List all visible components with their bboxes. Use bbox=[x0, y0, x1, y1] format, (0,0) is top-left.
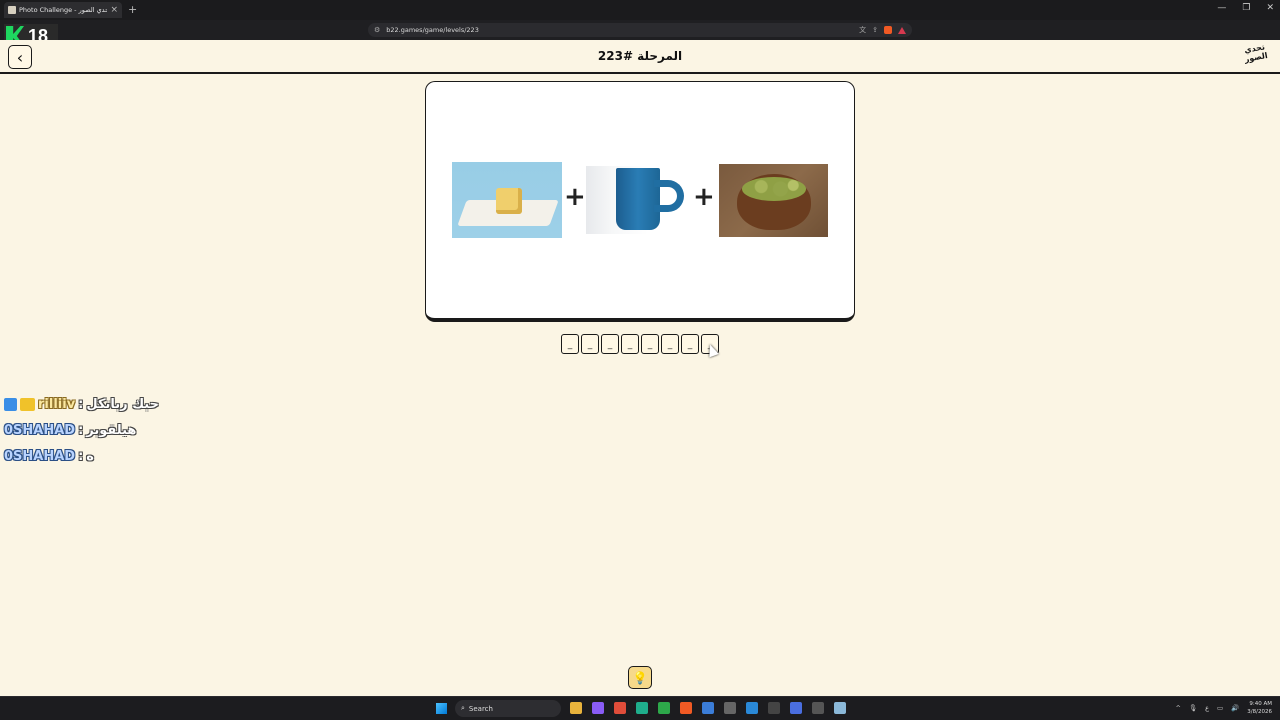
settings-icon[interactable] bbox=[834, 702, 846, 714]
volume-icon[interactable]: 🔊 bbox=[1231, 704, 1239, 712]
level-title: المرحلة #223 bbox=[597, 49, 683, 63]
taskbar-apps bbox=[570, 702, 846, 714]
plus-sign: + bbox=[564, 182, 586, 212]
url-text[interactable]: b22.games/game/levels/223 bbox=[386, 26, 853, 34]
window-controls: — ❐ ✕ bbox=[1217, 3, 1274, 13]
new-tab-icon[interactable]: + bbox=[128, 3, 137, 16]
mic-icon[interactable]: 🎙 bbox=[1189, 704, 1197, 712]
chevron-up-icon[interactable]: ^ bbox=[1175, 704, 1180, 712]
chat-text: ه bbox=[86, 448, 94, 464]
app-icon[interactable] bbox=[724, 702, 736, 714]
chat-text: هيلقوبر bbox=[86, 422, 137, 438]
browser-tab[interactable]: Photo Challenge - تحدي الصور × bbox=[4, 2, 122, 18]
lightbulb-icon: 💡 bbox=[632, 670, 648, 685]
minimize-icon[interactable]: — bbox=[1217, 3, 1226, 13]
app-icon[interactable] bbox=[702, 702, 714, 714]
brave-rewards-icon[interactable] bbox=[898, 26, 906, 34]
clock-time: 9:40 AM bbox=[1249, 701, 1272, 707]
address-bar[interactable]: ⚙ b22.games/game/levels/223 文 ⇪ bbox=[368, 23, 912, 37]
chat-username: 0SHAHAD bbox=[4, 448, 76, 464]
stream-chat: rilliiv : حبك ربانكل 0SHAHAD : هيلقوبر 0… bbox=[4, 394, 159, 472]
clock-date: 3/8/2026 bbox=[1247, 709, 1272, 715]
chat-badge-icon bbox=[4, 397, 17, 411]
chat-separator: : bbox=[78, 448, 84, 464]
address-toolbar: ⚐ ⚙ b22.games/game/levels/223 文 ⇪ ▭ ♫ ▯ … bbox=[0, 20, 1280, 53]
network-icon[interactable]: ▭ bbox=[1217, 704, 1223, 712]
app-icon[interactable] bbox=[636, 702, 648, 714]
butter-image bbox=[452, 162, 562, 238]
chat-separator: : bbox=[78, 422, 84, 438]
cardamom-image bbox=[719, 164, 828, 237]
clock[interactable]: 9:40 AM 3/8/2026 bbox=[1247, 700, 1272, 716]
chat-message: 0SHAHAD : هيلقوبر bbox=[4, 420, 159, 440]
cup-image bbox=[586, 166, 690, 234]
hint-button[interactable]: 💡 bbox=[628, 666, 652, 689]
answer-slot[interactable]: _ bbox=[561, 334, 579, 354]
tab-title: Photo Challenge - تحدي الصور bbox=[19, 6, 108, 14]
chat-message: 0SHAHAD : ه bbox=[4, 446, 159, 466]
answer-slot[interactable]: _ bbox=[641, 334, 659, 354]
share-icon[interactable]: ⇪ bbox=[872, 26, 878, 34]
app-icon[interactable] bbox=[790, 702, 802, 714]
epic-games-icon[interactable] bbox=[768, 702, 780, 714]
brave-browser-icon[interactable] bbox=[680, 702, 692, 714]
answer-slot[interactable]: _ bbox=[681, 334, 699, 354]
chat-text: حبك ربانكل bbox=[86, 396, 159, 412]
close-window-icon[interactable]: ✕ bbox=[1266, 3, 1274, 13]
windows-start-icon[interactable] bbox=[436, 703, 447, 714]
xbox-icon[interactable] bbox=[658, 702, 670, 714]
system-tray: ^ 🎙 ع ▭ 🔊 9:40 AM 3/8/2026 bbox=[1175, 700, 1272, 716]
answer-slots: _ _ _ _ _ _ _ _ bbox=[561, 334, 719, 354]
browser-tab-bar: Photo Challenge - تحدي الصور × + — ❐ ✕ bbox=[0, 0, 1280, 20]
site-info-icon[interactable]: ⚙ bbox=[374, 26, 380, 34]
chat-username: rilliiv bbox=[38, 396, 76, 412]
taskbar: ⌕ Search ^ 🎙 ع ▭ 🔊 9:40 AM 3/8/2026 bbox=[0, 696, 1280, 720]
chat-username: 0SHAHAD bbox=[4, 422, 76, 438]
chat-message: rilliiv : حبك ربانكل bbox=[4, 394, 159, 414]
app-icon[interactable] bbox=[812, 702, 824, 714]
answer-slot[interactable]: _ bbox=[581, 334, 599, 354]
answer-slot[interactable]: _ bbox=[621, 334, 639, 354]
site-logo[interactable]: تحدي الصور bbox=[1240, 42, 1272, 72]
search-icon: ⌕ bbox=[461, 704, 465, 712]
page-header: ‹ المرحلة #223 تحدي الصور bbox=[0, 40, 1280, 74]
puzzle-card: + + bbox=[425, 81, 855, 322]
tab-close-icon[interactable]: × bbox=[110, 5, 118, 15]
plus-sign: + bbox=[693, 182, 715, 212]
app-icon[interactable] bbox=[614, 702, 626, 714]
translate-icon[interactable]: 文 bbox=[859, 25, 866, 35]
crown-badge-icon bbox=[20, 397, 35, 411]
brave-shield-icon[interactable] bbox=[884, 26, 892, 34]
search-label: Search bbox=[468, 704, 493, 713]
language-icon[interactable]: ع bbox=[1205, 704, 1209, 712]
restore-icon[interactable]: ❐ bbox=[1242, 3, 1250, 13]
answer-slot[interactable]: _ bbox=[601, 334, 619, 354]
tab-favicon-icon bbox=[8, 6, 16, 14]
chat-separator: : bbox=[78, 396, 84, 412]
app-icon[interactable] bbox=[592, 702, 604, 714]
answer-slot[interactable]: _ bbox=[661, 334, 679, 354]
taskbar-search[interactable]: ⌕ Search bbox=[455, 700, 561, 717]
file-explorer-icon[interactable] bbox=[570, 702, 582, 714]
app-icon[interactable] bbox=[746, 702, 758, 714]
